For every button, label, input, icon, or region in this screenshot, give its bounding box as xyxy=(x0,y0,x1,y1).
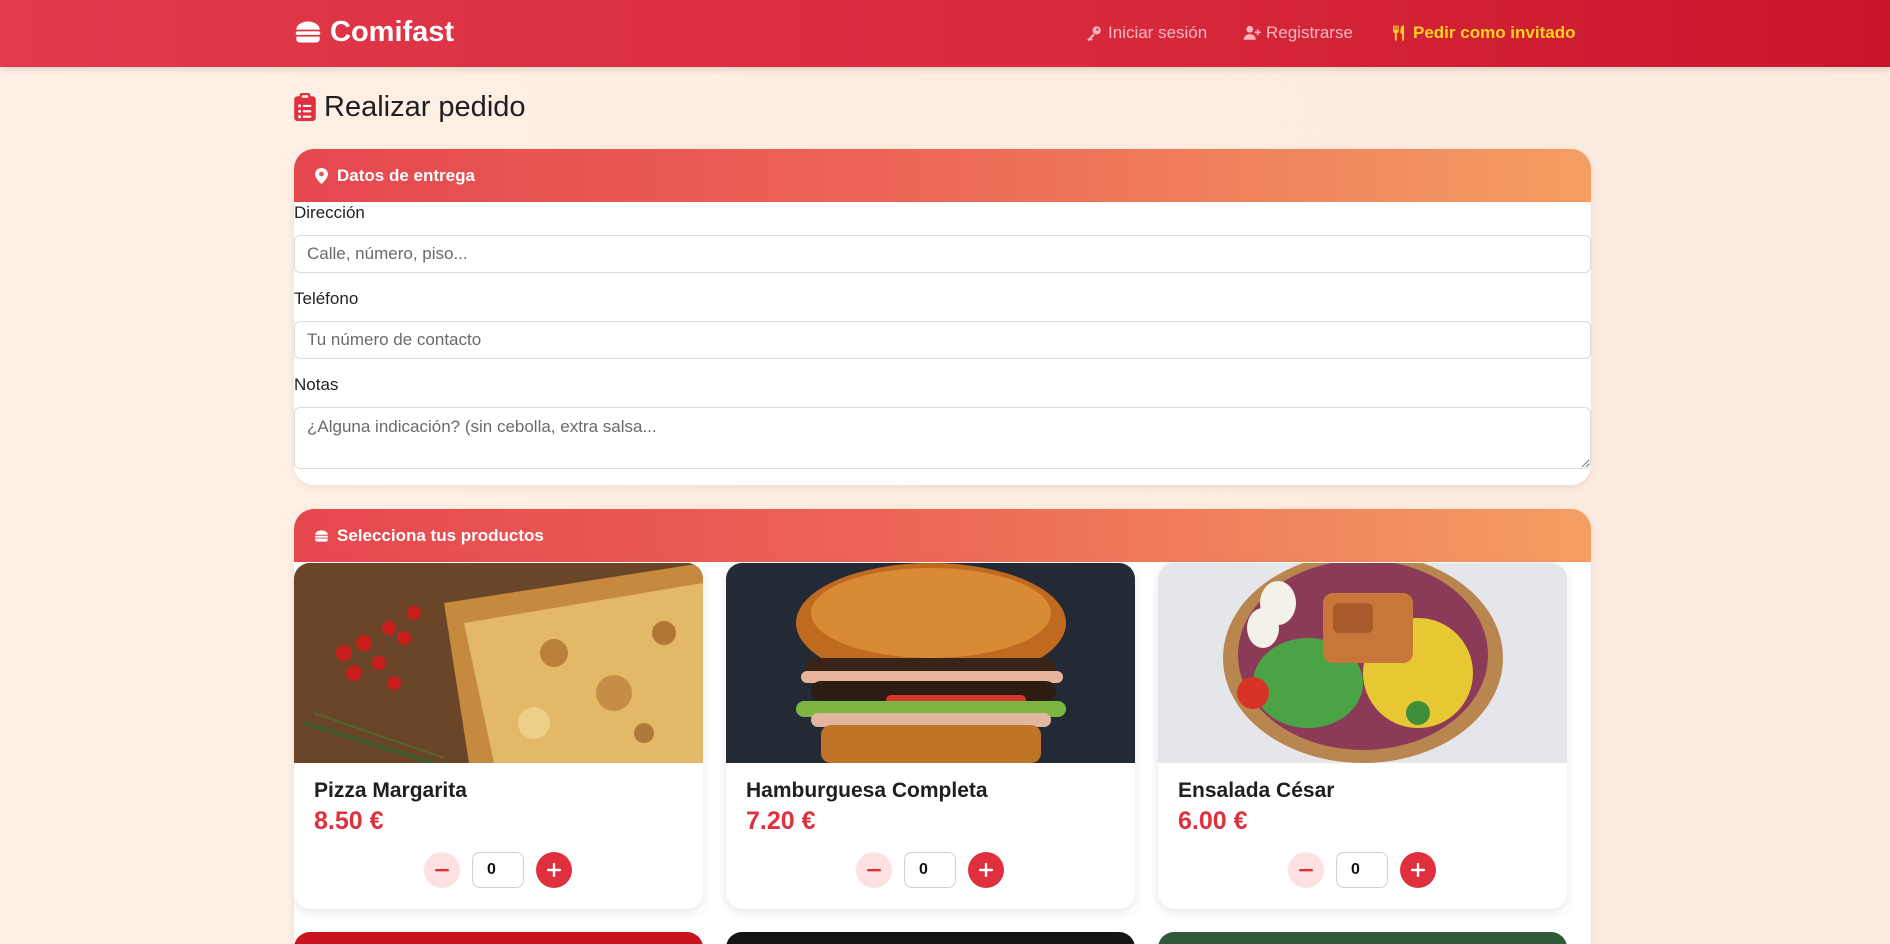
plus-icon xyxy=(547,863,561,877)
plus-icon xyxy=(979,863,993,877)
increase-quantity-button[interactable] xyxy=(1400,852,1436,888)
product-name: Hamburguesa Completa xyxy=(746,779,988,802)
phone-label: Teléfono xyxy=(294,289,359,308)
brand-logo[interactable]: Comifast xyxy=(294,14,454,50)
address-input[interactable] xyxy=(294,235,1591,273)
page-title-text: Realizar pedido xyxy=(324,90,526,123)
map-pin-icon xyxy=(315,167,328,184)
decrease-quantity-button[interactable] xyxy=(856,852,892,888)
product-card-partial xyxy=(294,932,703,944)
product-image-salad xyxy=(1158,563,1567,763)
product-price: 6.00 € xyxy=(1178,807,1248,835)
notes-label: Notas xyxy=(294,375,339,394)
quantity-stepper xyxy=(1288,852,1436,888)
delivery-card: Datos de entrega Dirección Teléfono Nota… xyxy=(294,149,1591,485)
product-name: Ensalada César xyxy=(1178,779,1335,802)
product-price: 8.50 € xyxy=(314,807,384,835)
brand-name: Comifast xyxy=(330,15,455,48)
burger-icon xyxy=(295,21,321,43)
decrease-quantity-button[interactable] xyxy=(1288,852,1324,888)
increase-quantity-button[interactable] xyxy=(536,852,572,888)
nav-login-link[interactable]: Iniciar sesión xyxy=(1085,20,1207,46)
address-label: Dirección xyxy=(294,203,365,222)
plus-icon xyxy=(1411,863,1425,877)
decrease-quantity-button[interactable] xyxy=(424,852,460,888)
product-card-burger: Hamburguesa Completa 7.20 € xyxy=(726,563,1135,909)
nav-guest-link[interactable]: Pedir como invitado xyxy=(1390,20,1575,46)
delivery-card-title: Datos de entrega xyxy=(337,165,475,185)
minus-icon xyxy=(435,869,449,872)
products-card-header: Selecciona tus productos xyxy=(294,509,1591,562)
product-image-burger xyxy=(726,563,1135,763)
phone-input[interactable] xyxy=(294,321,1591,359)
utensils-icon xyxy=(1393,25,1405,41)
notes-textarea[interactable] xyxy=(294,407,1591,469)
page-title: Realizar pedido xyxy=(294,87,526,127)
key-icon xyxy=(1087,26,1101,42)
burger-icon xyxy=(314,529,329,542)
navbar: Comifast Iniciar sesión Registrarse Pedi… xyxy=(0,0,1890,67)
quantity-input[interactable] xyxy=(904,852,956,888)
products-card: Selecciona tus productos Pizza Margarita… xyxy=(294,509,1591,944)
nav-register-label: Registrarse xyxy=(1266,23,1353,42)
quantity-input[interactable] xyxy=(472,852,524,888)
quantity-stepper xyxy=(424,852,572,888)
product-card-partial xyxy=(1158,932,1567,944)
user-plus-icon xyxy=(1243,25,1261,40)
clipboard-list-icon xyxy=(294,93,316,121)
nav-login-label: Iniciar sesión xyxy=(1108,23,1208,42)
minus-icon xyxy=(867,869,881,872)
product-price: 7.20 € xyxy=(746,807,816,835)
product-card-pizza: Pizza Margarita 8.50 € xyxy=(294,563,703,909)
quantity-stepper xyxy=(856,852,1004,888)
nav-guest-label: Pedir como invitado xyxy=(1413,23,1576,42)
minus-icon xyxy=(1299,869,1313,872)
products-card-title: Selecciona tus productos xyxy=(337,525,544,545)
product-card-partial xyxy=(726,932,1135,944)
increase-quantity-button[interactable] xyxy=(968,852,1004,888)
delivery-card-header: Datos de entrega xyxy=(294,149,1591,202)
quantity-input[interactable] xyxy=(1336,852,1388,888)
product-image-pizza xyxy=(294,563,703,763)
product-card-salad: Ensalada César 6.00 € xyxy=(1158,563,1567,909)
product-name: Pizza Margarita xyxy=(314,779,467,802)
nav-register-link[interactable]: Registrarse xyxy=(1243,20,1353,46)
